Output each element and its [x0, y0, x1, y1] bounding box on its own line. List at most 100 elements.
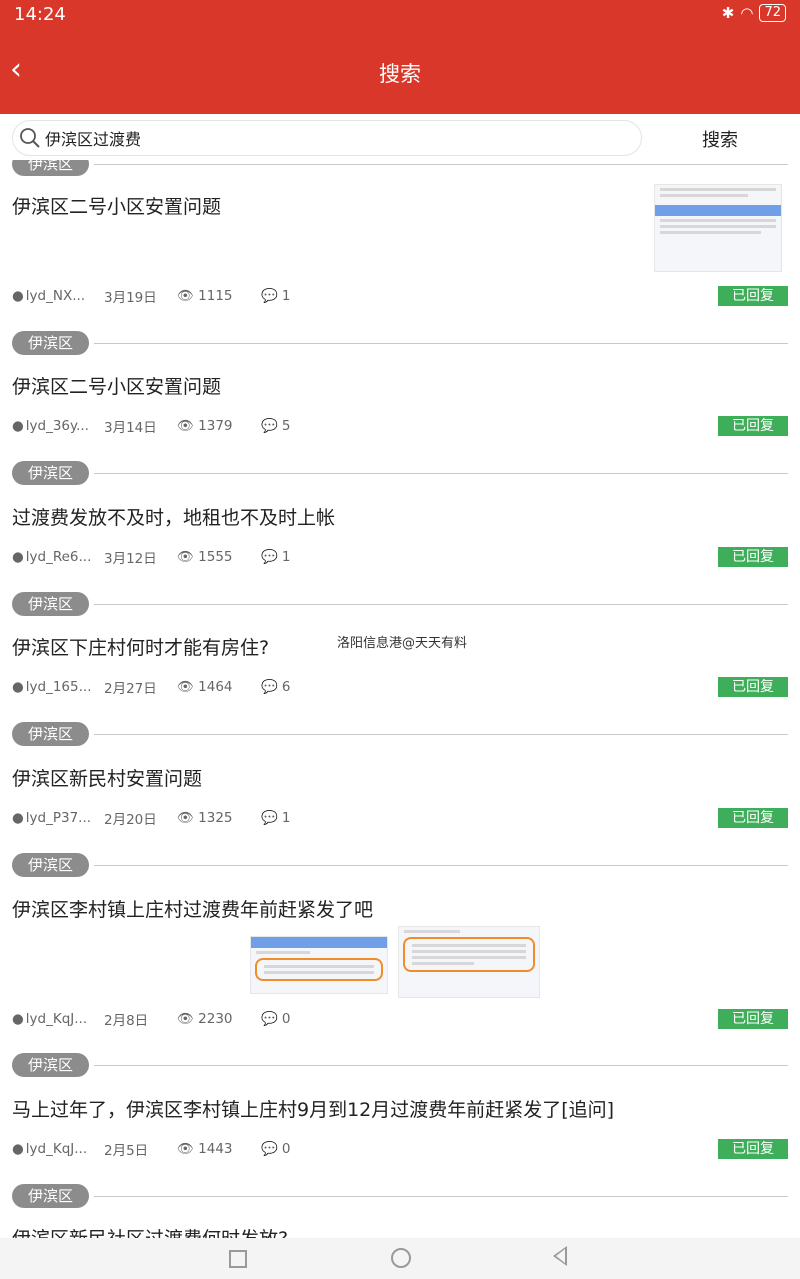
post-comments: 💬 5 — [261, 418, 291, 434]
post-meta: ● lyd_165... 2月27日 👁 1464 💬 6 — [12, 677, 290, 697]
divider — [94, 734, 788, 735]
user-icon: ● — [12, 549, 24, 565]
post-meta: ● lyd_KqJ... 2月8日 👁 2230 💬 0 — [12, 1009, 290, 1029]
user-icon: ● — [12, 1141, 24, 1157]
district-tag[interactable]: 伊滨区 — [12, 1053, 90, 1077]
post-comments: 💬 6 — [261, 679, 291, 695]
search-bar: 搜索 — [0, 114, 800, 160]
post-title[interactable]: 马上过年了，伊滨区李村镇上庄村9月到12月过渡费年前赶紧发了[追问] — [12, 1095, 614, 1122]
post-comments: 💬 0 — [261, 1011, 291, 1027]
post-thumbnail[interactable] — [654, 184, 782, 272]
district-tag[interactable]: 伊滨区 — [12, 592, 90, 616]
eye-icon: 👁 — [177, 288, 195, 304]
search-icon — [20, 128, 40, 148]
post-meta: ● lyd_KqJ... 2月5日 👁 1443 💬 0 — [12, 1139, 290, 1159]
status-time: 14:24 — [14, 4, 66, 25]
post-comments: 💬 0 — [261, 1141, 291, 1157]
divider — [94, 1196, 788, 1197]
post-image[interactable] — [250, 936, 388, 994]
eye-icon: 👁 — [177, 549, 195, 565]
district-tag[interactable]: 伊滨区 — [12, 331, 90, 355]
status-badge: 已回复 — [718, 1139, 788, 1159]
eye-icon: 👁 — [177, 1011, 195, 1027]
divider — [94, 164, 788, 165]
post-date: 3月12日 — [104, 551, 157, 567]
watermark-text: 洛阳信息港@天天有料 — [337, 636, 468, 651]
post-date: 2月5日 — [104, 1143, 149, 1159]
district-tag[interactable]: 伊滨区 — [12, 461, 90, 485]
post-views: 👁 1464 — [177, 679, 233, 695]
user-icon: ● — [12, 418, 24, 434]
district-tag[interactable]: 伊滨区 — [12, 160, 90, 176]
post-date: 2月20日 — [104, 812, 157, 828]
recent-apps-icon[interactable] — [229, 1250, 247, 1268]
search-button[interactable]: 搜索 — [660, 126, 780, 152]
post-meta: ● lyd_Re6... 3月12日 👁 1555 💬 1 — [12, 547, 290, 567]
user-icon: ● — [12, 810, 24, 826]
post-image[interactable] — [398, 926, 540, 998]
post-author: ● lyd_NX... — [12, 288, 86, 304]
post-meta: ● lyd_P37... 2月20日 👁 1325 💬 1 — [12, 808, 290, 828]
status-badge: 已回复 — [718, 416, 788, 436]
comment-icon: 💬 — [261, 418, 278, 434]
post-views: 👁 1555 — [177, 549, 233, 565]
comment-icon: 💬 — [261, 1011, 278, 1027]
status-badge: 已回复 — [718, 677, 788, 697]
eye-icon: 👁 — [177, 1141, 195, 1157]
post-author: ● lyd_KqJ... — [12, 1011, 88, 1027]
status-icons: ✱ ◠ 72 — [722, 4, 786, 22]
post-title[interactable]: 伊滨区李村镇上庄村过渡费年前赶紧发了吧 — [12, 895, 373, 922]
status-badge: 已回复 — [718, 808, 788, 828]
post-views: 👁 1379 — [177, 418, 233, 434]
result-list: 伊滨区 伊滨区二号小区安置问题 ● lyd_NX... 3月19日 👁 1115 💬… — [0, 160, 800, 1238]
divider — [94, 343, 788, 344]
tag-row: 伊滨区 — [12, 592, 788, 616]
post-views: 👁 1325 — [177, 810, 233, 826]
post-author: ● lyd_36y... — [12, 418, 89, 434]
divider — [94, 604, 788, 605]
post-comments: 💬 1 — [261, 549, 291, 565]
status-badge: 已回复 — [718, 547, 788, 567]
comment-icon: 💬 — [261, 1141, 278, 1157]
eye-icon: 👁 — [177, 679, 195, 695]
tag-row: 伊滨区 — [12, 1184, 788, 1208]
post-meta: ● lyd_NX... 3月19日 👁 1115 💬 1 — [12, 286, 290, 306]
user-icon: ● — [12, 1011, 24, 1027]
back-triangle-icon[interactable] — [553, 1246, 567, 1266]
post-title[interactable]: 伊滨区二号小区安置问题 — [12, 192, 221, 219]
page-title: 搜索 — [379, 62, 421, 86]
district-tag[interactable]: 伊滨区 — [12, 1184, 90, 1208]
district-tag[interactable]: 伊滨区 — [12, 722, 90, 746]
search-box[interactable] — [12, 120, 642, 156]
district-tag[interactable]: 伊滨区 — [12, 853, 90, 877]
post-title[interactable]: 伊滨区新民村安置问题 — [12, 764, 202, 791]
post-title[interactable]: 过渡费发放不及时，地租也不及时上帐 — [12, 503, 335, 530]
user-icon: ● — [12, 679, 24, 695]
post-date: 3月14日 — [104, 420, 157, 436]
post-date: 2月8日 — [104, 1013, 149, 1029]
divider — [94, 865, 788, 866]
post-comments: 💬 1 — [261, 288, 291, 304]
tag-row: 伊滨区 — [12, 853, 788, 877]
eye-icon: 👁 — [177, 418, 195, 434]
divider — [94, 473, 788, 474]
post-author: ● lyd_Re6... — [12, 549, 92, 565]
battery-indicator: 72 — [759, 4, 786, 22]
comment-icon: 💬 — [261, 810, 278, 826]
tag-row: 伊滨区 — [12, 722, 788, 746]
post-title[interactable]: 伊滨区下庄村何时才能有房住? — [12, 633, 269, 660]
bluetooth-icon: ✱ — [721, 4, 735, 22]
divider — [94, 1065, 788, 1066]
post-author: ● lyd_KqJ... — [12, 1141, 88, 1157]
post-comments: 💬 1 — [261, 810, 291, 826]
post-author: ● lyd_165... — [12, 679, 92, 695]
tag-row: 伊滨区 — [12, 160, 788, 176]
wifi-icon: ◠ — [740, 4, 754, 22]
home-icon[interactable] — [391, 1248, 411, 1268]
post-title[interactable]: 伊滨区二号小区安置问题 — [12, 372, 221, 399]
system-nav-bar — [0, 1238, 800, 1279]
search-input[interactable] — [43, 125, 627, 151]
post-title[interactable]: 伊滨区新民社区过渡费何时发放? — [12, 1224, 288, 1238]
eye-icon: 👁 — [177, 810, 195, 826]
comment-icon: 💬 — [261, 679, 278, 695]
